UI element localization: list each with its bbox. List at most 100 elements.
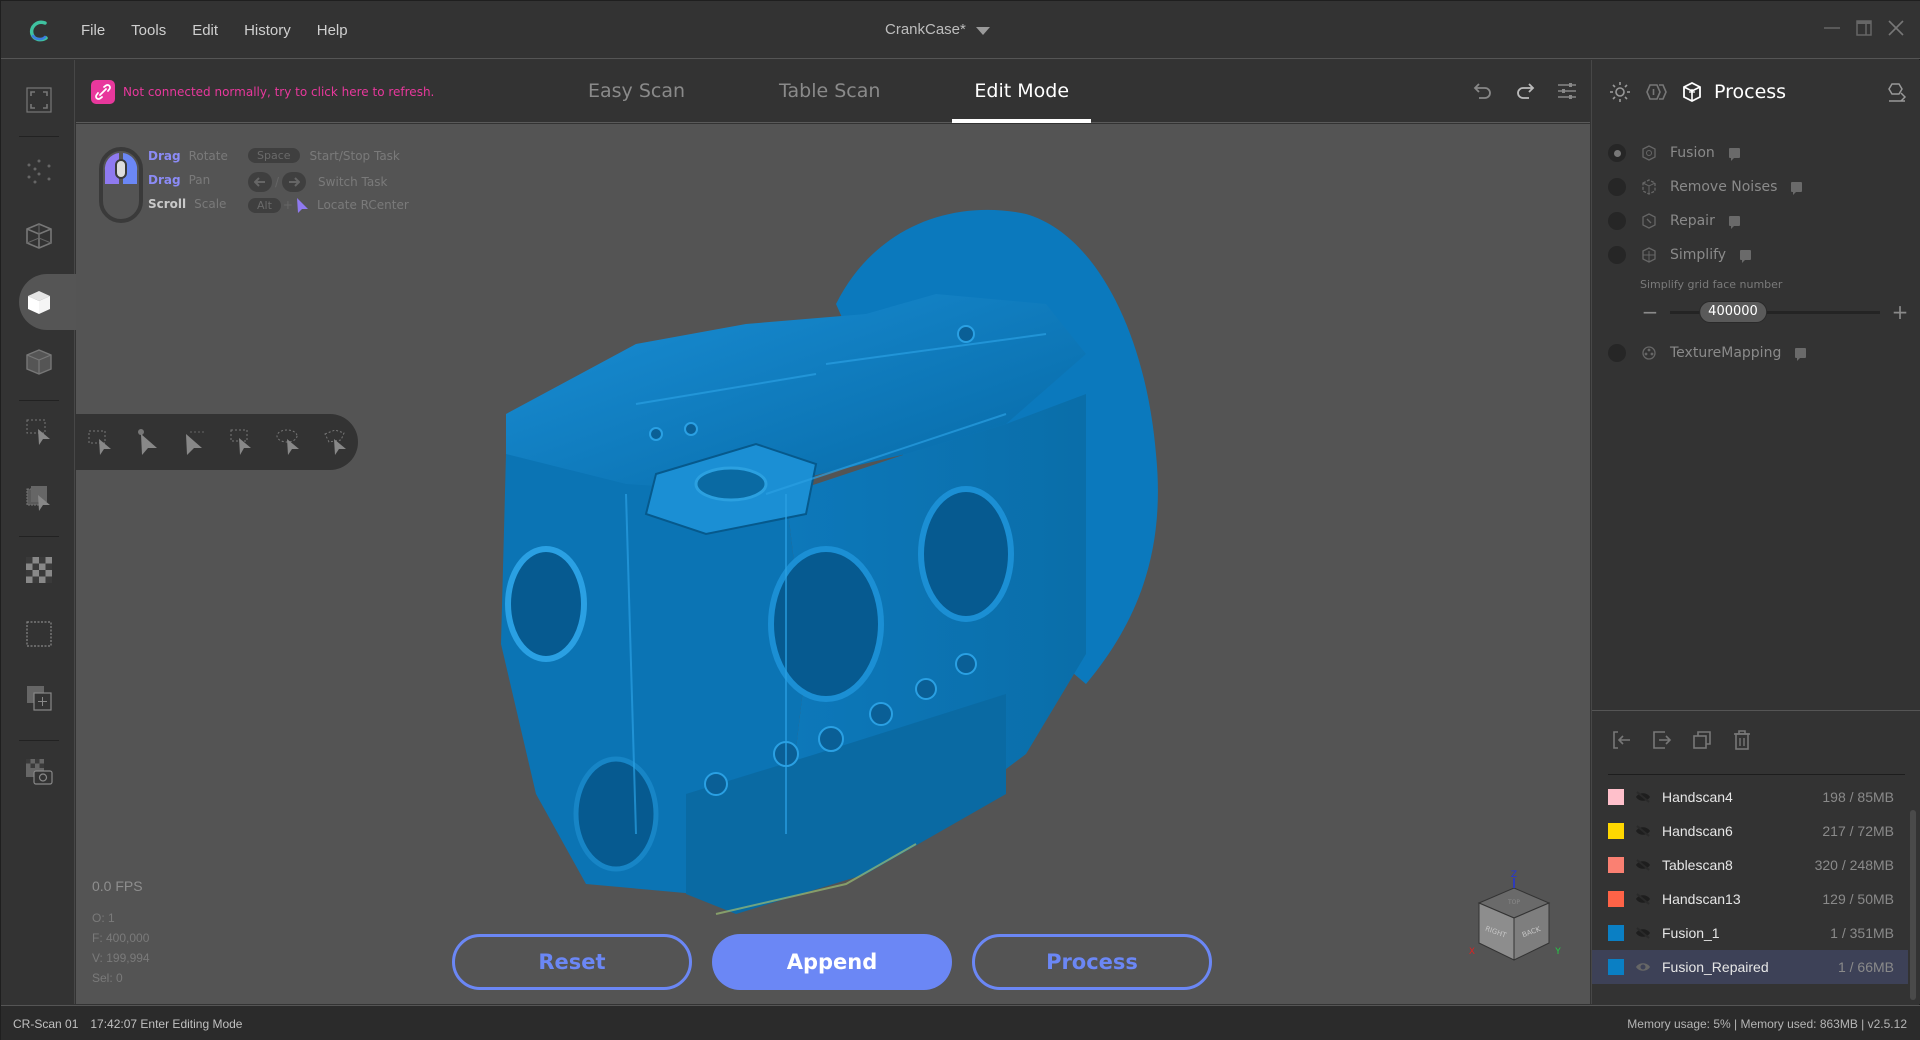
app-window: File Tools Edit History Help CrankCase* xyxy=(0,0,1920,1040)
transparent-view-button[interactable] xyxy=(19,342,59,382)
layer-row[interactable]: Fusion_1 1 / 351MB xyxy=(1592,916,1908,950)
point-cloud-button[interactable] xyxy=(19,152,59,192)
wireframe-view-button[interactable] xyxy=(19,216,59,256)
menu-edit[interactable]: Edit xyxy=(179,22,231,39)
comment-icon[interactable] xyxy=(1791,182,1803,195)
minimize-button[interactable] xyxy=(1821,17,1843,39)
close-icon xyxy=(1888,20,1904,36)
slider-thumb[interactable]: 400000 xyxy=(1699,300,1767,323)
texture-capture-button[interactable] xyxy=(19,752,59,792)
slider-track[interactable]: 400000 xyxy=(1670,300,1880,323)
lighting-button[interactable] xyxy=(1606,78,1634,106)
layer-color-swatch[interactable] xyxy=(1608,789,1624,805)
lasso-select-tool[interactable] xyxy=(264,420,311,464)
menu-tools[interactable]: Tools xyxy=(118,22,179,39)
close-button[interactable] xyxy=(1885,17,1907,39)
layer-color-swatch[interactable] xyxy=(1608,891,1624,907)
layer-list-scrollbar[interactable] xyxy=(1910,810,1916,1000)
append-button[interactable]: Append xyxy=(712,934,952,990)
texture-toggle-button[interactable] xyxy=(1642,78,1670,106)
crankcase-3d-model[interactable] xyxy=(486,194,1216,944)
connection-warning[interactable]: Not connected normally, try to click her… xyxy=(91,80,434,104)
layer-info: 129 / 50MB xyxy=(1822,891,1894,907)
eye-off-icon[interactable] xyxy=(1634,926,1652,940)
document-title-dropdown[interactable]: CrankCase* xyxy=(885,21,990,38)
tab-table-scan[interactable]: Table Scan xyxy=(757,60,902,123)
export-layer-icon xyxy=(1653,731,1672,749)
menu-file[interactable]: File xyxy=(81,22,118,39)
layer-row[interactable]: Fusion_Repaired 1 / 66MB xyxy=(1592,950,1908,984)
panel-splitter[interactable] xyxy=(1592,710,1920,711)
solid-cube-icon xyxy=(28,291,50,314)
eye-icon[interactable] xyxy=(1634,960,1652,974)
layer-color-swatch[interactable] xyxy=(1608,959,1624,975)
cursor-icon xyxy=(296,198,308,213)
redo-button[interactable] xyxy=(1512,78,1538,104)
brush-select-tool[interactable] xyxy=(170,420,217,464)
step-radio[interactable] xyxy=(1608,178,1626,196)
export-model-button[interactable] xyxy=(1884,78,1912,106)
comment-icon[interactable] xyxy=(1728,148,1740,161)
layer-color-swatch[interactable] xyxy=(1608,857,1624,873)
menu-help[interactable]: Help xyxy=(304,22,361,39)
view-settings-button[interactable] xyxy=(1554,78,1580,104)
import-button[interactable] xyxy=(1610,728,1634,752)
settings-sliders-icon xyxy=(1558,83,1576,99)
bounding-box-button[interactable] xyxy=(19,614,59,654)
delete-icon xyxy=(1734,730,1750,750)
tab-easy-scan[interactable]: Easy Scan xyxy=(566,60,707,123)
layer-row[interactable]: Handscan4 198 / 85MB xyxy=(1592,780,1908,814)
rect-select-button[interactable] xyxy=(19,412,59,452)
increase-button[interactable]: + xyxy=(1890,300,1910,324)
layer-row[interactable]: Handscan13 129 / 50MB xyxy=(1592,882,1908,916)
process-button[interactable]: Process xyxy=(972,934,1212,990)
duplicate-button[interactable] xyxy=(1690,728,1714,752)
through-select-button[interactable] xyxy=(19,478,59,518)
step-radio[interactable] xyxy=(1608,344,1626,362)
caret-down-icon[interactable] xyxy=(975,26,990,35)
eye-off-icon[interactable] xyxy=(1634,892,1652,906)
step-radio[interactable] xyxy=(1608,212,1626,230)
step-fusion[interactable]: Fusion xyxy=(1592,136,1920,170)
polygon-select-tool[interactable] xyxy=(311,420,358,464)
3d-viewport[interactable]: Drag Rotate Drag Pan Scroll Scale Space … xyxy=(76,124,1590,1004)
step-remove-noises[interactable]: Remove Noises xyxy=(1592,170,1920,204)
export-layer-button[interactable] xyxy=(1650,728,1674,752)
eye-off-icon[interactable] xyxy=(1634,858,1652,872)
layer-row[interactable]: Handscan6 217 / 72MB xyxy=(1592,814,1908,848)
delete-button[interactable] xyxy=(1730,728,1754,752)
comment-icon[interactable] xyxy=(1740,250,1752,263)
layer-color-swatch[interactable] xyxy=(1608,925,1624,941)
texture-view-button[interactable] xyxy=(19,550,59,590)
fit-view-button[interactable] xyxy=(19,80,59,120)
maximize-button[interactable] xyxy=(1853,17,1875,39)
undo-button[interactable] xyxy=(1470,78,1496,104)
layer-info: 198 / 85MB xyxy=(1822,789,1894,805)
navigation-cube[interactable]: TOP RIGHT BACK Z X Y xyxy=(1464,868,1564,968)
eye-off-icon[interactable] xyxy=(1634,790,1652,804)
menu-history[interactable]: History xyxy=(231,22,304,39)
tab-edit-mode[interactable]: Edit Mode xyxy=(952,60,1091,123)
layer-row[interactable]: Tablescan8 320 / 248MB xyxy=(1592,848,1908,882)
step-radio[interactable] xyxy=(1608,246,1626,264)
comment-icon[interactable] xyxy=(1795,348,1807,361)
reset-button[interactable]: Reset xyxy=(452,934,692,990)
layer-color-swatch[interactable] xyxy=(1608,823,1624,839)
step-label: Fusion xyxy=(1670,145,1715,161)
solid-view-button[interactable] xyxy=(19,282,59,322)
step-radio[interactable] xyxy=(1608,144,1626,162)
layer-divider xyxy=(1608,774,1905,775)
simplify-slider[interactable]: − 400000 + xyxy=(1640,300,1910,324)
line-select-tool[interactable] xyxy=(217,420,264,464)
decrease-button[interactable]: − xyxy=(1640,300,1660,324)
comment-icon[interactable] xyxy=(1728,216,1740,229)
point-select-tool[interactable] xyxy=(123,420,170,464)
point-cloud-icon xyxy=(27,159,51,184)
eye-off-icon[interactable] xyxy=(1634,824,1652,838)
step-repair[interactable]: Repair xyxy=(1592,204,1920,238)
step-simplify[interactable]: Simplify xyxy=(1592,238,1920,272)
step-texture-mapping[interactable]: TextureMapping xyxy=(1592,336,1920,370)
rect-select-tool[interactable] xyxy=(76,420,123,464)
process-tab-button[interactable] xyxy=(1678,78,1706,106)
add-layer-button[interactable] xyxy=(19,678,59,718)
